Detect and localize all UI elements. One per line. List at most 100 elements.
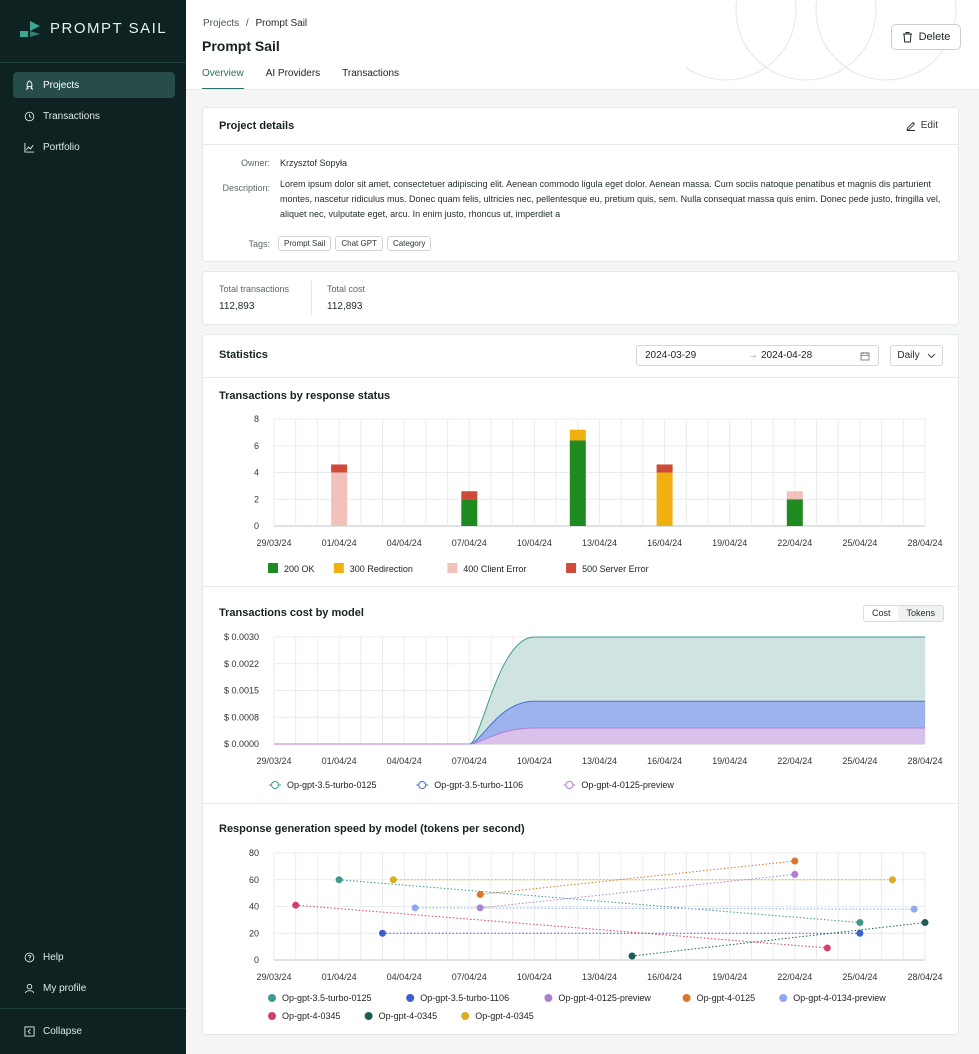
x-tick-label: 22/04/24 [777, 972, 812, 982]
legend-label: Op-gpt-4-0125-preview [558, 993, 651, 1003]
scatter-point [476, 890, 484, 898]
edit-label: Edit [920, 120, 938, 131]
chart-title: Response generation speed by model (toke… [219, 823, 525, 835]
scatter-point [910, 905, 918, 913]
collapse-icon [24, 1025, 35, 1037]
y-tick-label: 20 [249, 928, 259, 938]
x-tick-label: 13/04/24 [582, 538, 617, 548]
scatter-point [411, 904, 419, 912]
bar [656, 464, 673, 473]
collapse-label: Collapse [43, 1025, 82, 1037]
legend-marker [544, 994, 553, 1002]
x-tick-label: 28/04/24 [907, 538, 942, 548]
bar [786, 491, 803, 500]
legend-swatch [447, 563, 458, 573]
rocket-icon [25, 79, 34, 90]
x-tick-label: 01/04/24 [322, 538, 357, 548]
sidebar: PROMPT SAIL Projects Transactions Portfo… [0, 0, 186, 1054]
project-details-card: Project details Edit Owner: Krzysztof So… [202, 107, 959, 262]
tab-ai-providers[interactable]: AI Providers [266, 68, 320, 89]
legend-marker [406, 994, 415, 1002]
x-tick-label: 07/04/24 [452, 972, 487, 982]
x-tick-label: 25/04/24 [842, 538, 877, 548]
sidebar-item-label: My profile [43, 982, 87, 994]
chart-line-icon [24, 142, 35, 153]
trash-icon [902, 32, 912, 43]
series-connector [295, 904, 828, 949]
legend-label: Op-gpt-4-0345 [475, 1011, 534, 1021]
tab-overview[interactable]: Overview [202, 68, 244, 89]
delete-button[interactable]: Delete [891, 24, 961, 50]
tab-transactions[interactable]: Transactions [342, 68, 399, 89]
x-tick-label: 28/04/24 [907, 972, 942, 982]
y-tick-label: 6 [254, 441, 259, 451]
scatter-point [823, 944, 831, 952]
x-tick-label: 16/04/24 [647, 756, 682, 766]
sidebar-collapse: Collapse [13, 1018, 175, 1049]
y-tick-label: 0 [254, 521, 259, 531]
series-connector [631, 922, 926, 957]
tab-bar: Overview AI Providers Transactions [202, 68, 399, 89]
page-title: Prompt Sail [202, 38, 280, 54]
y-tick-label: $ 0.0000 [224, 739, 259, 749]
sidebar-item-label: Help [43, 951, 64, 963]
sidebar-nav: Projects Transactions Portfolio [13, 72, 175, 165]
chart-title: Transactions by response status [219, 390, 390, 402]
chart-title: Transactions cost by model [219, 607, 364, 619]
sidebar-bottom-nav: Help My profile [13, 944, 175, 1006]
sidebar-item-projects[interactable]: Projects [13, 72, 175, 98]
app-name: PROMPT SAIL [50, 20, 168, 37]
x-tick-label: 19/04/24 [712, 756, 747, 766]
edit-button[interactable]: Edit [906, 120, 938, 131]
x-tick-label: 13/04/24 [582, 972, 617, 982]
description-label: Description: [222, 183, 270, 193]
tag: Chat GPT [335, 236, 383, 251]
y-tick-label: 40 [249, 902, 259, 912]
sidebar-item-label: Transactions [43, 110, 100, 122]
area-fill [274, 727, 925, 744]
y-tick-label: $ 0.0030 [224, 632, 259, 642]
scatter-point [389, 876, 397, 884]
y-tick-label: 0 [254, 955, 259, 965]
breadcrumb-projects[interactable]: Projects [203, 18, 239, 29]
x-tick-label: 01/04/24 [322, 756, 357, 766]
scatter-point [921, 919, 929, 927]
series-connector [480, 860, 795, 895]
x-tick-label: 25/04/24 [842, 972, 877, 982]
bar [331, 472, 348, 526]
project-details-title: Project details [219, 120, 295, 132]
tags-label: Tags: [248, 239, 270, 249]
legend-label: Op-gpt-3.5-turbo-0125 [287, 780, 377, 790]
description-text: Lorem ipsum dolor sit amet, consectetuer… [280, 179, 941, 219]
bar [331, 464, 348, 473]
legend-marker [268, 994, 276, 1002]
x-tick-label: 22/04/24 [777, 756, 812, 766]
legend-marker [418, 781, 427, 789]
legend-marker [268, 1012, 276, 1020]
x-tick-label: 25/04/24 [842, 756, 877, 766]
scatter-point [791, 870, 799, 878]
user-icon [24, 983, 35, 993]
scatter-point [856, 919, 864, 927]
sidebar-item-help[interactable]: Help [13, 944, 175, 970]
x-tick-label: 01/04/24 [322, 972, 357, 982]
legend-label: 400 Client Error [463, 564, 526, 574]
sidebar-item-portfolio[interactable]: Portfolio [13, 134, 175, 160]
bar [461, 491, 478, 500]
x-tick-label: 10/04/24 [517, 538, 552, 548]
y-tick-label: $ 0.0022 [224, 659, 259, 669]
bar [656, 472, 673, 526]
x-tick-label: 07/04/24 [452, 538, 487, 548]
collapse-button[interactable]: Collapse [13, 1018, 175, 1044]
bar [461, 499, 478, 526]
sidebar-item-my-profile[interactable]: My profile [13, 975, 175, 1001]
x-tick-label: 10/04/24 [517, 972, 552, 982]
total-transactions-label: Total transactions [219, 284, 290, 294]
sidebar-item-label: Projects [43, 79, 80, 91]
legend-label: 500 Server Error [582, 564, 649, 574]
app-logo[interactable]: PROMPT SAIL [20, 20, 167, 37]
tag: Prompt Sail [278, 236, 332, 251]
sidebar-item-transactions[interactable]: Transactions [13, 103, 175, 129]
y-tick-label: 60 [249, 875, 259, 885]
legend-label: Op-gpt-4-0125 [697, 993, 756, 1003]
